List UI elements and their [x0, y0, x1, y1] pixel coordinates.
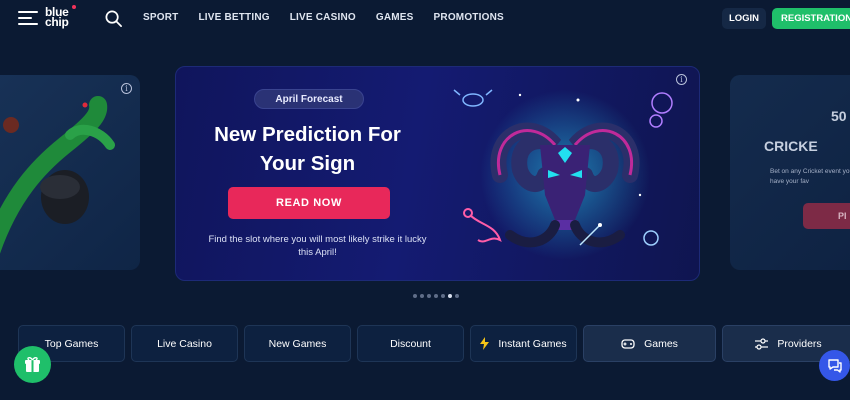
carousel-dot[interactable]: [434, 294, 438, 298]
tab-games[interactable]: Games: [583, 325, 716, 362]
carousel-dots: [413, 294, 459, 298]
gift-button[interactable]: [14, 346, 51, 383]
page: blue chip SPORT LIVE BETTING LIVE CASINO…: [0, 0, 850, 400]
nav-promotions[interactable]: PROMOTIONS: [434, 12, 504, 23]
next-slide-button[interactable]: PI: [803, 203, 850, 229]
carousel-dot[interactable]: [448, 294, 452, 298]
tab-label: Providers: [777, 337, 822, 350]
registration-button[interactable]: REGISTRATION: [772, 8, 850, 29]
info-icon[interactable]: i: [121, 83, 132, 94]
tab-label: Games: [644, 337, 678, 350]
carousel-dot[interactable]: [413, 294, 417, 298]
hockey-artwork: [0, 96, 115, 254]
tab-label: Live Casino: [157, 337, 212, 350]
next-slide-heading-2: CRICKE: [764, 138, 818, 154]
menu-icon[interactable]: [18, 11, 38, 26]
chat-icon: [827, 359, 842, 373]
tab-label: Instant Games: [498, 337, 567, 350]
lightning-icon: [480, 337, 490, 350]
banner-headline: New Prediction For Your Sign: [214, 123, 401, 175]
tab-label: New Games: [268, 337, 327, 350]
sliders-icon: [755, 337, 769, 350]
banner-badge: April Forecast: [254, 89, 364, 109]
carousel-dot[interactable]: [427, 294, 431, 298]
top-header: blue chip SPORT LIVE BETTING LIVE CASINO…: [0, 0, 850, 38]
aries-ram-illustration: [453, 89, 673, 260]
carousel-dot[interactable]: [455, 294, 459, 298]
carousel-dot[interactable]: [441, 294, 445, 298]
next-slide-text: Bet on any Cricket event you have your f…: [770, 168, 850, 185]
gamepad-icon: [621, 338, 635, 349]
main-nav: SPORT LIVE BETTING LIVE CASINO GAMES PRO…: [143, 12, 524, 23]
nav-sport[interactable]: SPORT: [143, 12, 178, 23]
carousel-slide-previous[interactable]: i: [0, 75, 140, 270]
tab-live-casino[interactable]: Live Casino: [131, 325, 238, 362]
nav-games[interactable]: GAMES: [376, 12, 414, 23]
nav-live-casino[interactable]: LIVE CASINO: [290, 12, 356, 23]
brand-logo[interactable]: blue chip: [45, 5, 79, 29]
logo-dot: [72, 5, 76, 9]
chat-button[interactable]: [819, 350, 850, 381]
tab-label: Top Games: [44, 337, 99, 350]
tab-instant-games[interactable]: Instant Games: [470, 325, 577, 362]
banner-subtext: Find the slot where you will most likely…: [208, 234, 427, 258]
nav-live-betting[interactable]: LIVE BETTING: [198, 12, 269, 23]
logo-line-2: chip: [45, 15, 69, 29]
login-button[interactable]: LOGIN: [722, 8, 766, 29]
gift-icon: [25, 357, 40, 372]
search-icon[interactable]: [104, 9, 123, 28]
read-now-button[interactable]: READ NOW: [228, 187, 390, 219]
tab-label: Discount: [390, 337, 431, 350]
next-slide-heading-1: 50: [831, 108, 847, 124]
tab-discount[interactable]: Discount: [357, 325, 464, 362]
carousel-dot[interactable]: [420, 294, 424, 298]
tab-new-games[interactable]: New Games: [244, 325, 351, 362]
